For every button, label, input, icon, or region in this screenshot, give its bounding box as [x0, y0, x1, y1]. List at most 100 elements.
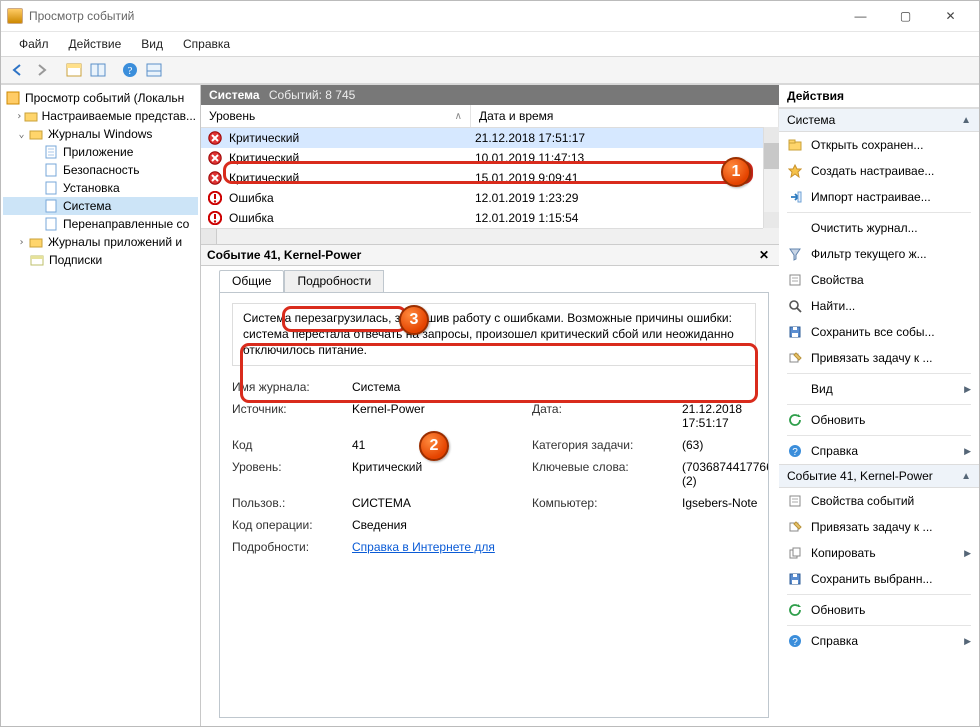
- prop-source-value: Kernel-Power: [352, 402, 532, 430]
- help-button[interactable]: ?: [119, 59, 141, 81]
- critical-icon: [207, 130, 223, 146]
- action-item[interactable]: Открыть сохранен...: [779, 132, 979, 158]
- tree-item-subscriptions[interactable]: Подписки: [3, 251, 198, 269]
- chevron-up-icon: ▲: [961, 115, 971, 126]
- help-link[interactable]: Справка в Интернете для: [352, 540, 495, 554]
- close-button[interactable]: ✕: [928, 1, 973, 31]
- event-row[interactable]: Критический15.01.2019 9:09:41: [201, 168, 779, 188]
- save-icon: [787, 571, 803, 587]
- forward-button[interactable]: [31, 59, 53, 81]
- col-level[interactable]: Уровень∧: [201, 105, 471, 127]
- back-button[interactable]: [7, 59, 29, 81]
- action-label: Найти...: [811, 299, 855, 313]
- folder-icon: [28, 126, 44, 142]
- event-list-container: Уровень∧ Дата и время Критический21.12.2…: [201, 105, 779, 244]
- menu-view[interactable]: Вид: [131, 34, 173, 54]
- col-level-label: Уровень: [209, 109, 255, 123]
- event-row[interactable]: Критический21.12.2018 17:51:17: [201, 128, 779, 148]
- chevron-right-icon: ▶: [964, 548, 971, 559]
- tab-general-label: Общие: [232, 274, 271, 288]
- tree-item-app-services[interactable]: › Журналы приложений и: [3, 233, 198, 251]
- filter-icon: [787, 246, 803, 262]
- preview-button[interactable]: [143, 59, 165, 81]
- tree-item-label: Система: [63, 199, 111, 213]
- error-icon: [207, 190, 223, 206]
- minimize-button[interactable]: —: [838, 1, 883, 31]
- event-date: 12.01.2019 1:15:54: [475, 211, 773, 225]
- menu-file[interactable]: Файл: [9, 34, 59, 54]
- action-label: Копировать: [811, 546, 876, 560]
- action-item[interactable]: Найти...: [779, 293, 979, 319]
- tree-item-application[interactable]: Приложение: [3, 143, 198, 161]
- tree-item-label: Настраиваемые представ...: [42, 109, 196, 123]
- tree-item-forwarded[interactable]: Перенаправленные со: [3, 215, 198, 233]
- actions-section-event[interactable]: Событие 41, Kernel-Power▲: [779, 464, 979, 488]
- tab-details[interactable]: Подробности: [284, 270, 384, 292]
- chevron-up-icon: ▲: [961, 471, 971, 482]
- center-pane: Система Событий: 8 745 Уровень∧ Дата и в…: [201, 85, 779, 726]
- event-list[interactable]: Критический21.12.2018 17:51:17Критически…: [201, 128, 779, 228]
- action-item[interactable]: Обновить: [779, 597, 979, 623]
- action-label: Фильтр текущего ж...: [811, 247, 927, 261]
- prop-logname-value: Система: [352, 380, 769, 394]
- action-item[interactable]: Обновить: [779, 407, 979, 433]
- tree-item-custom-views[interactable]: › Настраиваемые представ...: [3, 107, 198, 125]
- action-item[interactable]: Вид▶: [779, 376, 979, 402]
- action-item[interactable]: ?Справка▶: [779, 628, 979, 654]
- action-item[interactable]: Привязать задачу к ...: [779, 514, 979, 540]
- detail-close-button[interactable]: ✕: [755, 248, 773, 262]
- prop-opcode-label: Код операции:: [232, 518, 352, 532]
- tree-item-label: Установка: [63, 181, 120, 195]
- action-item[interactable]: Сохранить выбранн...: [779, 566, 979, 592]
- action-item[interactable]: Привязать задачу к ...: [779, 345, 979, 371]
- action-item[interactable]: Очистить журнал...: [779, 215, 979, 241]
- vertical-scrollbar[interactable]: [763, 127, 779, 228]
- window-title: Просмотр событий: [29, 9, 838, 23]
- event-message: Система перезагрузилась, завершив работу…: [232, 303, 756, 366]
- prop-computer-value: Igsebers-Note: [682, 496, 769, 510]
- folder-icon: [24, 108, 38, 124]
- tree-item-windows-logs[interactable]: ⌄ Журналы Windows: [3, 125, 198, 143]
- show-tree-button[interactable]: [63, 59, 85, 81]
- prop-computer-label: Компьютер:: [532, 496, 682, 510]
- horizontal-scrollbar[interactable]: [201, 228, 779, 244]
- titlebar[interactable]: Просмотр событий — ▢ ✕: [1, 1, 979, 31]
- event-row[interactable]: Ошибка12.01.2019 1:23:29: [201, 188, 779, 208]
- maximize-button[interactable]: ▢: [883, 1, 928, 31]
- menu-action[interactable]: Действие: [59, 34, 132, 54]
- save-icon: [787, 324, 803, 340]
- action-item[interactable]: Сохранить все собы...: [779, 319, 979, 345]
- prop-level-value: Критический: [352, 460, 532, 488]
- svg-text:?: ?: [792, 637, 798, 648]
- col-date[interactable]: Дата и время: [471, 105, 779, 127]
- refresh-icon: [787, 412, 803, 428]
- action-item[interactable]: Копировать ▶: [779, 540, 979, 566]
- tree-item-label: Приложение: [63, 145, 133, 159]
- action-item[interactable]: ?Справка▶: [779, 438, 979, 464]
- tree-item-system[interactable]: Система: [3, 197, 198, 215]
- tree-root[interactable]: Просмотр событий (Локальн: [3, 89, 198, 107]
- tree-item-security[interactable]: Безопасность: [3, 161, 198, 179]
- event-date: 12.01.2019 1:23:29: [475, 191, 773, 205]
- action-label: Обновить: [811, 413, 865, 427]
- action-item[interactable]: Свойства событий: [779, 488, 979, 514]
- prop-source-label: Источник:: [232, 402, 352, 430]
- prop-user-label: Пользов.:: [232, 496, 352, 510]
- action-item[interactable]: Фильтр текущего ж...: [779, 241, 979, 267]
- action-item[interactable]: Свойства: [779, 267, 979, 293]
- tree-item-setup[interactable]: Установка: [3, 179, 198, 197]
- scope-tree-pane[interactable]: Просмотр событий (Локальн › Настраиваемы…: [1, 85, 201, 726]
- prop-keywords-value: (70368744177664),(2): [682, 460, 769, 488]
- attach-icon: [787, 350, 803, 366]
- event-row[interactable]: Критический10.01.2019 11:47:13: [201, 148, 779, 168]
- action-item[interactable]: Импорт настраивае...: [779, 184, 979, 210]
- tab-general[interactable]: Общие: [219, 270, 284, 292]
- actions-section-system[interactable]: Система▲: [779, 108, 979, 132]
- event-list-header[interactable]: Уровень∧ Дата и время: [201, 105, 779, 128]
- event-row[interactable]: Ошибка12.01.2019 1:15:54: [201, 208, 779, 228]
- panes-button[interactable]: [87, 59, 109, 81]
- action-label: Вид: [811, 382, 833, 396]
- menu-help[interactable]: Справка: [173, 34, 240, 54]
- event-viewer-window: Просмотр событий — ▢ ✕ Файл Действие Вид…: [0, 0, 980, 727]
- action-item[interactable]: Создать настраивае...: [779, 158, 979, 184]
